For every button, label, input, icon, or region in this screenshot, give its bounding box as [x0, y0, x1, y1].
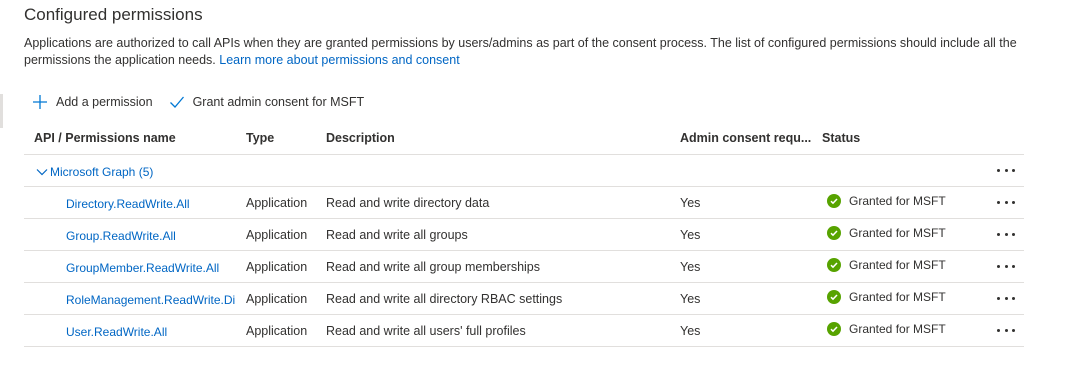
more-icon[interactable] — [997, 293, 1015, 303]
status-text: Granted for MSFT — [849, 290, 946, 304]
column-header-admin-consent[interactable]: Admin consent requ... — [680, 131, 811, 145]
toolbar: Add a permission Grant admin consent for… — [32, 90, 364, 114]
column-header-type[interactable]: Type — [246, 131, 274, 145]
more-icon[interactable] — [997, 229, 1015, 239]
permission-description: Read and write all users' full profiles — [326, 324, 526, 338]
column-header-status[interactable]: Status — [822, 131, 860, 145]
add-permission-label: Add a permission — [56, 95, 153, 109]
status-badge: Granted for MSFT — [827, 258, 946, 272]
more-icon[interactable] — [997, 325, 1015, 335]
permission-type: Application — [246, 260, 308, 274]
row-divider — [24, 282, 1024, 283]
status-text: Granted for MSFT — [849, 226, 946, 240]
left-accent-bar — [0, 94, 3, 128]
status-text: Granted for MSFT — [849, 258, 946, 272]
row-divider — [24, 218, 1024, 219]
permission-description: Read and write all groups — [326, 228, 468, 242]
row-divider — [24, 346, 1024, 347]
more-icon[interactable] — [997, 261, 1015, 271]
section-description: Applications are authorized to call APIs… — [24, 35, 1024, 69]
more-icon[interactable] — [997, 165, 1015, 175]
admin-consent-required: Yes — [680, 292, 701, 306]
status-text: Granted for MSFT — [849, 194, 946, 208]
permission-description: Read and write all group memberships — [326, 260, 540, 274]
permission-name-link[interactable]: User.ReadWrite.All — [66, 325, 236, 339]
group-label: Microsoft Graph (5) — [50, 165, 154, 179]
more-icon[interactable] — [997, 197, 1015, 207]
grant-admin-consent-label: Grant admin consent for MSFT — [192, 95, 365, 109]
column-header-description[interactable]: Description — [326, 131, 395, 145]
check-circle-icon — [827, 322, 841, 336]
page-title: Configured permissions — [24, 5, 203, 24]
chevron-down-icon — [36, 166, 48, 178]
check-circle-icon — [827, 258, 841, 272]
admin-consent-required: Yes — [680, 228, 701, 242]
status-badge: Granted for MSFT — [827, 226, 946, 240]
permission-description: Read and write all directory RBAC settin… — [326, 292, 563, 306]
row-divider — [24, 314, 1024, 315]
permission-name-link[interactable]: Group.ReadWrite.All — [66, 229, 236, 243]
grant-admin-consent-button[interactable]: Grant admin consent for MSFT — [169, 94, 365, 110]
checkmark-icon — [169, 94, 185, 110]
admin-consent-required: Yes — [680, 324, 701, 338]
status-text: Granted for MSFT — [849, 322, 946, 336]
plus-icon — [32, 94, 48, 110]
add-permission-button[interactable]: Add a permission — [32, 94, 153, 110]
header-divider — [24, 154, 1024, 155]
permission-type: Application — [246, 228, 308, 242]
column-header-api[interactable]: API / Permissions name — [34, 131, 176, 145]
learn-more-link[interactable]: Learn more about permissions and consent — [219, 53, 459, 67]
status-badge: Granted for MSFT — [827, 194, 946, 208]
check-circle-icon — [827, 290, 841, 304]
permission-type: Application — [246, 196, 308, 210]
admin-consent-required: Yes — [680, 196, 701, 210]
admin-consent-required: Yes — [680, 260, 701, 274]
row-divider — [24, 186, 1024, 187]
permission-type: Application — [246, 324, 308, 338]
status-badge: Granted for MSFT — [827, 290, 946, 304]
row-divider — [24, 250, 1024, 251]
permission-name-link[interactable]: GroupMember.ReadWrite.All — [66, 261, 236, 275]
permission-name-link[interactable]: Directory.ReadWrite.All — [66, 197, 236, 211]
check-circle-icon — [827, 194, 841, 208]
permission-name-link[interactable]: RoleManagement.ReadWrite.Dir — [66, 293, 236, 307]
permission-description: Read and write directory data — [326, 196, 490, 210]
check-circle-icon — [827, 226, 841, 240]
group-row-microsoft-graph[interactable]: Microsoft Graph (5) — [36, 165, 153, 179]
status-badge: Granted for MSFT — [827, 322, 946, 336]
description-text: Applications are authorized to call APIs… — [24, 36, 1017, 67]
permission-type: Application — [246, 292, 308, 306]
